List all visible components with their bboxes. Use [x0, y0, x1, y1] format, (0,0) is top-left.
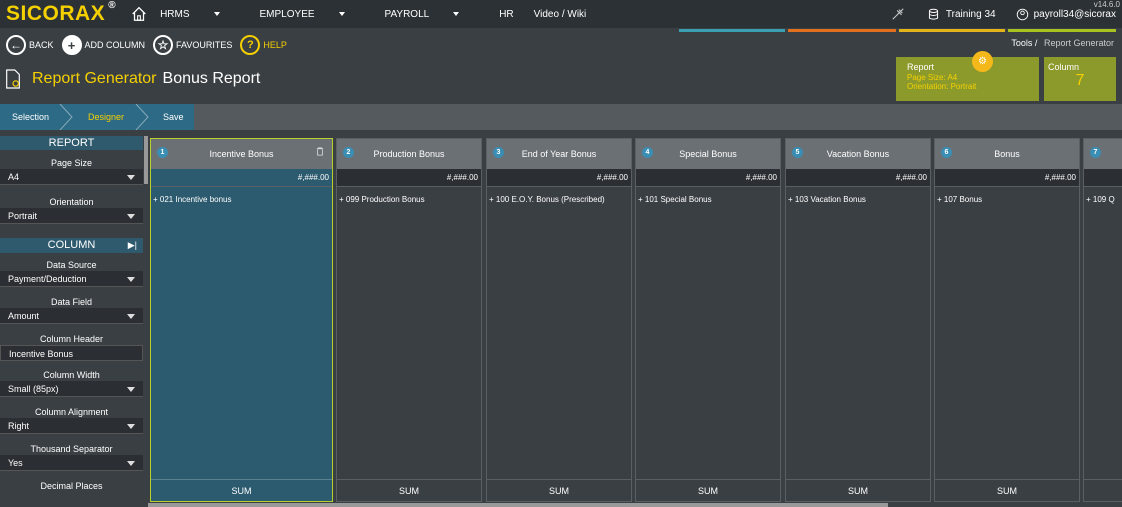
report-column-4[interactable]: 4 Special Bonus #,###.00 + 101 Special Bo…	[635, 138, 781, 502]
page-size-select[interactable]: A4	[0, 169, 143, 185]
report-column-6[interactable]: 6 Bonus #,###.00 + 107 Bonus SUM	[934, 138, 1080, 502]
database-icon	[928, 8, 938, 20]
chevron-down-icon	[127, 314, 135, 319]
nav-video-wiki[interactable]: Video / Wiki	[534, 9, 587, 20]
chevron-down-icon	[127, 387, 135, 392]
chevron-down-icon	[127, 277, 135, 282]
report-summary-card[interactable]: Report Page Size: A4 Orientation: Portra…	[896, 51, 1039, 101]
back-button[interactable]: ← BACK	[6, 35, 54, 55]
collapse-icon[interactable]: ▶|	[128, 238, 137, 253]
column-section-header: COLUMN ▶|	[0, 238, 143, 253]
page-title: Report Generator Bonus Report	[4, 68, 260, 90]
column-field[interactable]: + 103 Vacation Bonus	[786, 187, 930, 212]
column-footer[interactable]: SUM	[935, 479, 1079, 501]
chevron-down-icon	[127, 214, 135, 219]
chevron-down-icon	[127, 424, 135, 429]
help-button[interactable]: ? HELP	[240, 35, 287, 55]
column-footer[interactable]: SUM	[337, 479, 481, 501]
report-column-7[interactable]: 7 + 109 Q	[1083, 138, 1122, 502]
main-nav: HRMS EMPLOYEE PAYROLL HR Video / Wiki	[160, 9, 606, 20]
nav-payroll[interactable]: PAYROLL	[385, 9, 480, 20]
breadcrumb-tools[interactable]: Tools	[1011, 38, 1032, 48]
report-column-3[interactable]: 3 End of Year Bonus #,###.00 + 100 E.O.Y.…	[486, 138, 632, 502]
database-name[interactable]: Training 34	[946, 9, 996, 20]
orientation-select[interactable]: Portrait	[0, 208, 143, 224]
nav-hr[interactable]: HR	[499, 9, 513, 20]
accent-stripes	[679, 29, 1122, 33]
home-icon[interactable]	[130, 5, 148, 23]
column-footer[interactable]: SUM	[151, 479, 332, 501]
back-arrow-icon: ←	[6, 35, 26, 55]
report-settings-icon	[6, 69, 20, 89]
column-footer[interactable]	[1084, 479, 1122, 501]
user-icon	[1016, 8, 1028, 20]
user-email[interactable]: payroll34@sicorax	[1034, 9, 1116, 20]
sidebar-scrollbar[interactable]	[144, 136, 148, 184]
data-source-select[interactable]: Payment/Deduction	[0, 271, 143, 287]
breadcrumb-current: Report Generator	[1043, 38, 1114, 48]
step-save[interactable]: Save	[151, 104, 184, 130]
chevron-down-icon	[127, 461, 135, 466]
report-section-header: REPORT	[0, 136, 143, 150]
trash-icon[interactable]	[316, 147, 324, 156]
column-count-card[interactable]: Column 7	[1044, 57, 1116, 101]
column-field[interactable]: + 100 E.O.Y. Bonus (Prescribed)	[487, 187, 631, 212]
breadcrumb: Tools / Report Generator	[1011, 38, 1114, 48]
nav-employee[interactable]: EMPLOYEE	[260, 9, 365, 20]
column-field[interactable]: + 021 Incentive bonus	[151, 187, 332, 212]
nav-hrms[interactable]: HRMS	[160, 9, 239, 20]
step-designer[interactable]: Designer	[76, 104, 124, 130]
data-field-select[interactable]: Amount	[0, 308, 143, 324]
column-alignment-select[interactable]: Right	[0, 418, 143, 434]
column-field[interactable]: + 107 Bonus	[935, 187, 1079, 212]
pin-off-icon[interactable]	[891, 7, 905, 21]
question-icon: ?	[240, 35, 261, 55]
column-field[interactable]: + 099 Production Bonus	[337, 187, 481, 212]
report-column-5[interactable]: 5 Vacation Bonus #,###.00 + 103 Vacation …	[785, 138, 931, 502]
column-header-input[interactable]: Incentive Bonus	[0, 345, 143, 361]
add-column-button[interactable]: + ADD COLUMN	[61, 35, 145, 55]
chevron-down-icon	[127, 175, 135, 180]
report-column-1[interactable]: 1 Incentive Bonus #,###.00 + 021 Incentiv…	[150, 138, 333, 502]
column-field[interactable]: + 101 Special Bonus	[636, 187, 780, 212]
column-footer[interactable]: SUM	[487, 479, 631, 501]
column-width-select[interactable]: Small (85px)	[0, 381, 143, 397]
camera-settings-icon[interactable]: ⚙	[972, 51, 993, 72]
thousand-separator-select[interactable]: Yes	[0, 455, 143, 471]
star-icon: ☆	[153, 35, 174, 55]
settings-sidebar: REPORT Page Size A4 Orientation Portrait…	[0, 136, 143, 507]
report-column-2[interactable]: 2 Production Bonus #,###.00 + 099 Product…	[336, 138, 482, 502]
column-footer[interactable]: SUM	[636, 479, 780, 501]
wizard-steps: Selection Designer Save	[0, 104, 1122, 130]
logo[interactable]: SICORAX ®	[6, 0, 116, 26]
plus-icon: +	[61, 35, 82, 55]
columns-scrollbar[interactable]	[148, 503, 888, 507]
column-field[interactable]: + 109 Q	[1084, 187, 1122, 212]
step-selection[interactable]: Selection	[0, 104, 49, 130]
column-footer[interactable]: SUM	[786, 479, 930, 501]
favourites-button[interactable]: ☆ FAVOURITES	[153, 35, 232, 55]
